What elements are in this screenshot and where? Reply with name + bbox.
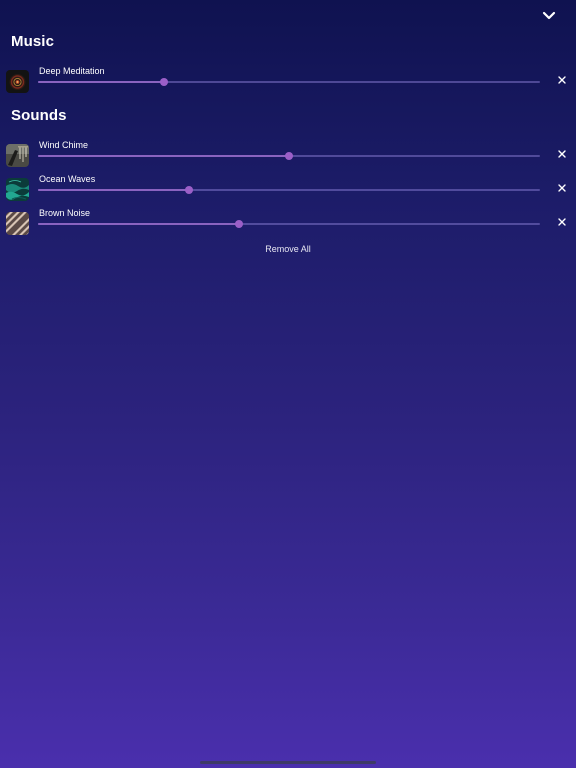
slider-knob[interactable] bbox=[159, 78, 168, 86]
track-name: Deep Meditation bbox=[39, 66, 105, 76]
remove-track-button[interactable] bbox=[558, 218, 566, 226]
track-name: Wind Chime bbox=[39, 140, 89, 150]
slider-knob[interactable] bbox=[234, 220, 243, 228]
track-name: Ocean Waves bbox=[39, 174, 96, 184]
slider-fill bbox=[38, 81, 164, 83]
remove-all-button[interactable]: Remove All bbox=[265, 244, 311, 254]
music-section-title: Music bbox=[11, 33, 55, 50]
wind-chime-artwork-icon bbox=[6, 144, 29, 167]
remove-track-button[interactable] bbox=[558, 184, 566, 192]
meditation-artwork-icon bbox=[6, 70, 29, 93]
volume-slider[interactable] bbox=[38, 220, 540, 228]
volume-slider[interactable] bbox=[38, 78, 540, 86]
sounds-section-title: Sounds bbox=[11, 107, 67, 124]
slider-knob[interactable] bbox=[184, 186, 193, 194]
home-indicator bbox=[200, 761, 376, 764]
remove-track-button[interactable] bbox=[558, 76, 566, 84]
track-name: Brown Noise bbox=[39, 208, 91, 218]
volume-slider[interactable] bbox=[38, 152, 540, 160]
slider-knob[interactable] bbox=[285, 152, 293, 160]
close-icon bbox=[558, 218, 566, 226]
music-row-deep-meditation: Deep Meditation bbox=[0, 66, 576, 100]
collapse-button[interactable] bbox=[538, 4, 560, 26]
close-icon bbox=[558, 76, 566, 84]
brown-noise-artwork-icon bbox=[6, 212, 29, 235]
close-icon bbox=[558, 184, 566, 192]
sound-row-ocean-waves: Ocean Waves bbox=[0, 174, 576, 208]
slider-fill bbox=[38, 189, 189, 191]
sound-row-wind-chime: Wind Chime bbox=[0, 140, 576, 174]
close-icon bbox=[558, 150, 566, 158]
remove-all-container: Remove All bbox=[0, 244, 576, 255]
sound-row-brown-noise: Brown Noise bbox=[0, 208, 576, 242]
volume-slider[interactable] bbox=[38, 186, 540, 194]
remove-track-button[interactable] bbox=[558, 150, 566, 158]
chevron-down-icon bbox=[542, 11, 556, 20]
slider-fill bbox=[38, 155, 289, 157]
slider-fill bbox=[38, 223, 239, 225]
ocean-waves-artwork-icon bbox=[6, 178, 29, 201]
